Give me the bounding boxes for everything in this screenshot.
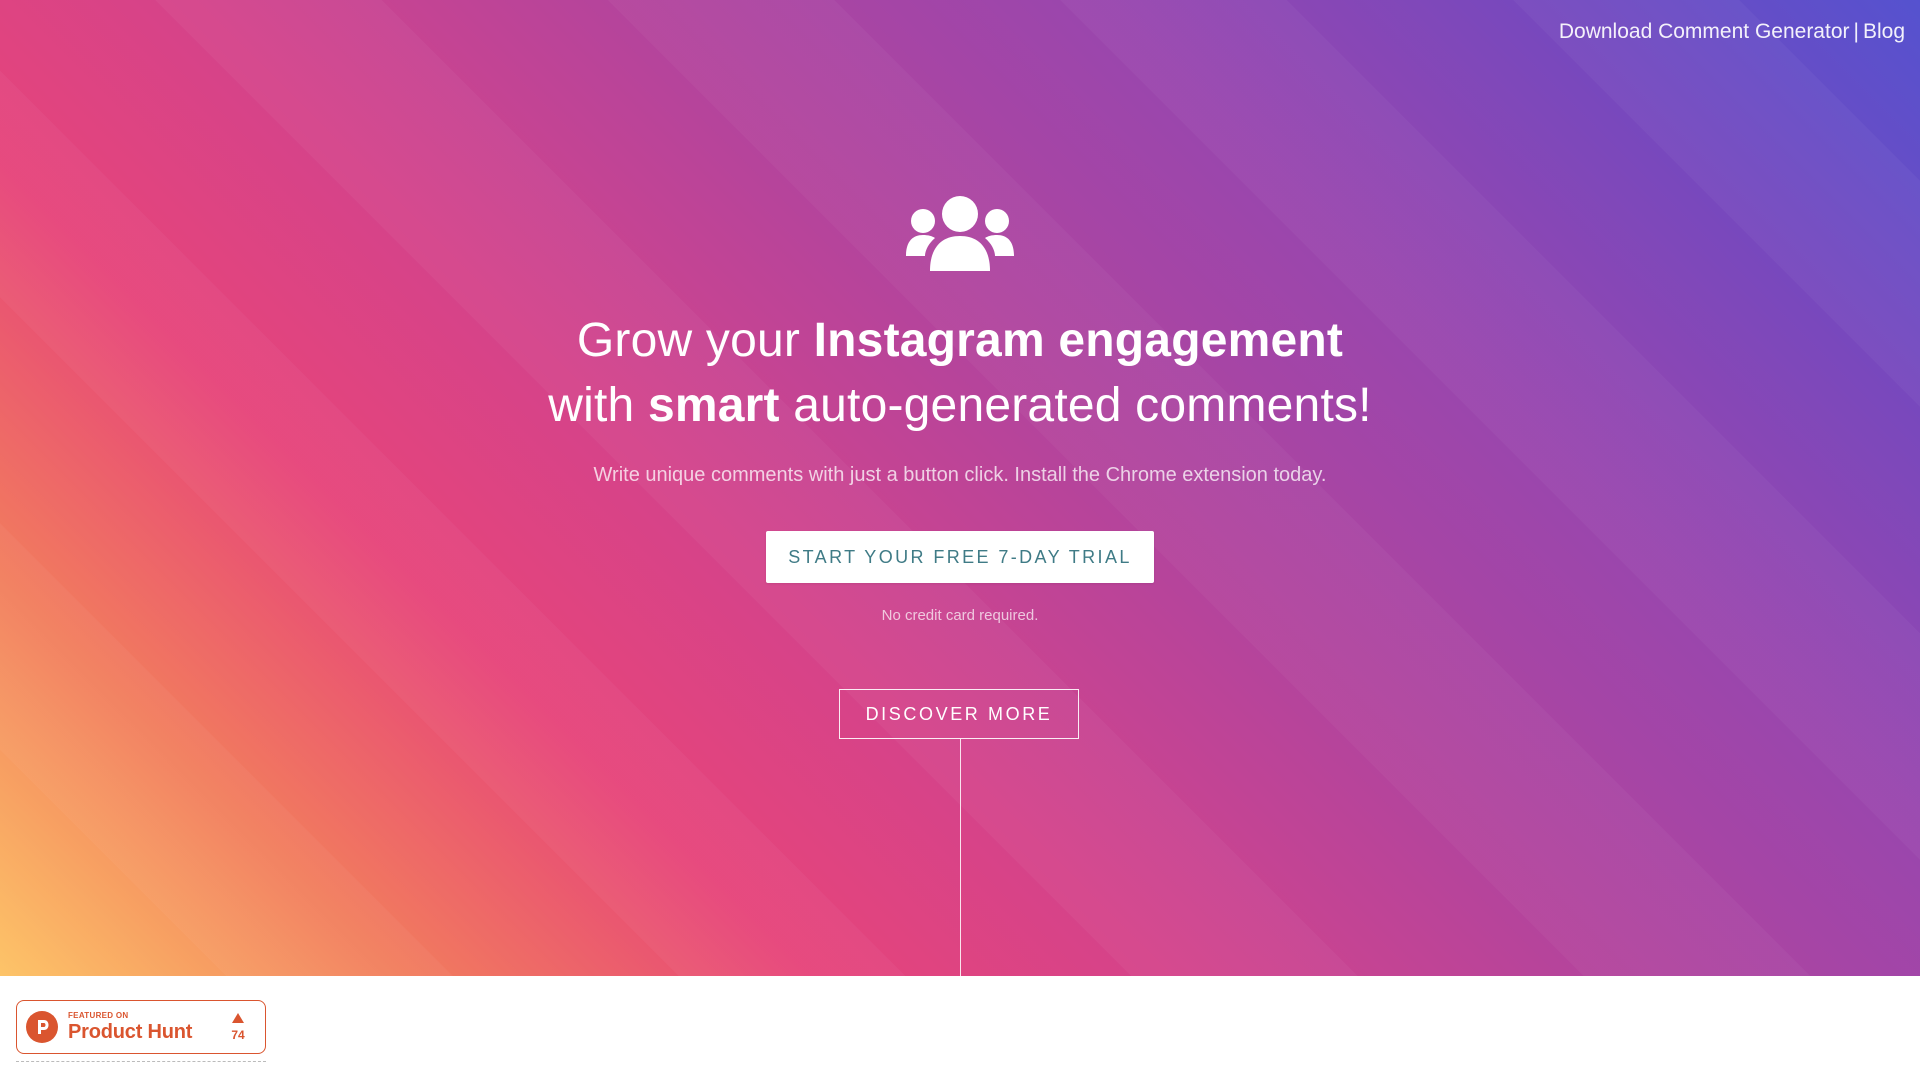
headline-line-2: with smart auto-generated comments! [0,373,1920,438]
blog-link[interactable]: Blog [1863,20,1905,43]
upvote-arrow-icon [232,1013,244,1023]
headline-emphasis: smart [647,379,780,432]
top-nav: Download Comment Generator | Blog [1559,20,1905,44]
scroll-line [960,739,961,976]
headline-text: Grow your [576,314,814,367]
product-hunt-badge[interactable]: FEATURED ON Product Hunt 74 [16,1000,266,1054]
headline-line-1: Grow your Instagram engagement [0,308,1920,373]
download-comment-generator-link[interactable]: Download Comment Generator [1559,20,1850,43]
subtitle: Write unique comments with just a button… [593,464,1327,486]
product-hunt-name: Product Hunt [68,1021,193,1043]
no-credit-card-note: No credit card required. [881,607,1039,624]
headline: Grow your Instagram engagement with smar… [0,308,1920,438]
nav-separator: | [1853,20,1859,43]
upvote-count: 74 [231,1028,245,1042]
headline-emphasis: Instagram engagement [813,314,1344,367]
start-free-trial-button[interactable]: START YOUR FREE 7-DAY TRIAL [766,531,1154,583]
product-hunt-featured-label: FEATURED ON [68,1011,129,1020]
discover-more-button[interactable]: DISCOVER MORE [839,689,1079,739]
hero-section: Download Comment Generator | Blog Grow you… [0,0,1920,976]
product-hunt-logo-icon [26,1011,58,1043]
badge-underline [16,1061,266,1062]
headline-text: auto-generated comments! [779,379,1372,432]
headline-text: with [548,379,648,432]
users-icon [906,196,1014,271]
